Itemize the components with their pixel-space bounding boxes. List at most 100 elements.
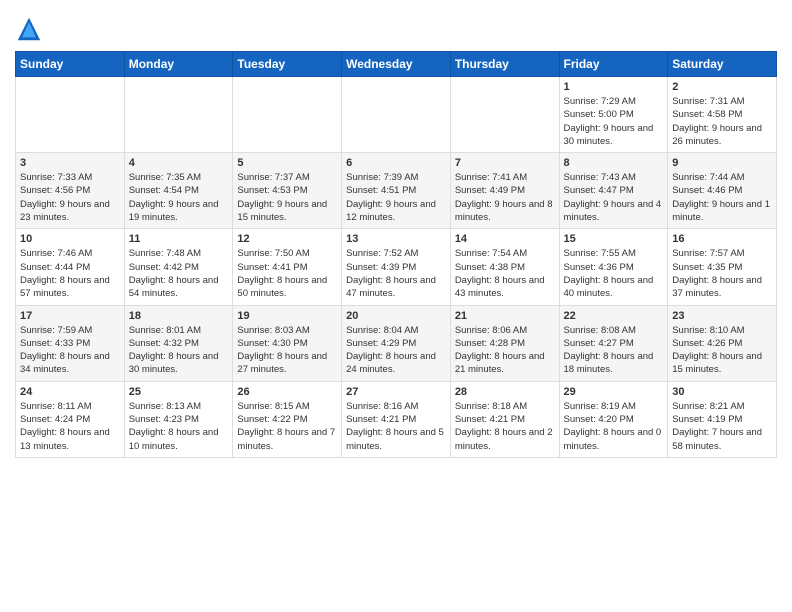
day-header-sunday: Sunday: [16, 52, 125, 77]
day-header-tuesday: Tuesday: [233, 52, 342, 77]
day-info: Sunrise: 8:13 AMSunset: 4:23 PMDaylight:…: [129, 400, 229, 453]
day-number: 8: [564, 157, 664, 169]
day-number: 12: [237, 233, 337, 245]
day-info: Sunrise: 7:48 AMSunset: 4:42 PMDaylight:…: [129, 247, 229, 300]
day-info: Sunrise: 7:59 AMSunset: 4:33 PMDaylight:…: [20, 324, 120, 377]
calendar-cell: 15 Sunrise: 7:55 AMSunset: 4:36 PMDayligh…: [559, 229, 668, 305]
day-header-monday: Monday: [124, 52, 233, 77]
day-info: Sunrise: 7:41 AMSunset: 4:49 PMDaylight:…: [455, 171, 555, 224]
logo: [15, 15, 45, 43]
day-info: Sunrise: 8:15 AMSunset: 4:22 PMDaylight:…: [237, 400, 337, 453]
day-number: 2: [672, 81, 772, 93]
day-info: Sunrise: 8:10 AMSunset: 4:26 PMDaylight:…: [672, 324, 772, 377]
day-number: 4: [129, 157, 229, 169]
day-number: 5: [237, 157, 337, 169]
calendar-cell: 5Sunrise: 7:37 AMSunset: 4:53 PMDaylight…: [233, 153, 342, 229]
calendar-cell: 3 Sunrise: 7:33 AMSunset: 4:56 PMDaylight…: [16, 153, 125, 229]
day-info: Sunrise: 7:43 AMSunset: 4:47 PMDaylight:…: [564, 171, 664, 224]
day-info: Sunrise: 7:54 AMSunset: 4:38 PMDaylight:…: [455, 247, 555, 300]
day-number: 29: [564, 386, 664, 398]
logo-icon: [15, 15, 43, 43]
calendar-cell: 22 Sunrise: 8:08 AMSunset: 4:27 PMDayligh…: [559, 305, 668, 381]
calendar-cell: 10 Sunrise: 7:46 AMSunset: 4:44 PMDayligh…: [16, 229, 125, 305]
day-header-friday: Friday: [559, 52, 668, 77]
calendar: SundayMondayTuesdayWednesdayThursdayFrid…: [15, 51, 777, 458]
day-info: Sunrise: 8:06 AMSunset: 4:28 PMDaylight:…: [455, 324, 555, 377]
day-header-thursday: Thursday: [450, 52, 559, 77]
day-number: 13: [346, 233, 446, 245]
day-info: Sunrise: 7:29 AMSunset: 5:00 PMDaylight:…: [564, 95, 664, 148]
calendar-cell: 28Sunrise: 8:18 AMSunset: 4:21 PMDayligh…: [450, 381, 559, 457]
day-info: Sunrise: 7:46 AMSunset: 4:44 PMDaylight:…: [20, 247, 120, 300]
day-info: Sunrise: 8:16 AMSunset: 4:21 PMDaylight:…: [346, 400, 446, 453]
calendar-cell: 1 Sunrise: 7:29 AMSunset: 5:00 PMDaylight…: [559, 77, 668, 153]
day-info: Sunrise: 7:44 AMSunset: 4:46 PMDaylight:…: [672, 171, 772, 224]
calendar-cell: 12 Sunrise: 7:50 AMSunset: 4:41 PMDayligh…: [233, 229, 342, 305]
day-info: Sunrise: 8:01 AMSunset: 4:32 PMDaylight:…: [129, 324, 229, 377]
calendar-cell: [450, 77, 559, 153]
calendar-cell: 24 Sunrise: 8:11 AMSunset: 4:24 PMDayligh…: [16, 381, 125, 457]
day-info: Sunrise: 7:35 AMSunset: 4:54 PMDaylight:…: [129, 171, 229, 224]
day-info: Sunrise: 7:50 AMSunset: 4:41 PMDaylight:…: [237, 247, 337, 300]
day-number: 18: [129, 310, 229, 322]
day-header-saturday: Saturday: [668, 52, 777, 77]
calendar-cell: 11 Sunrise: 7:48 AMSunset: 4:42 PMDayligh…: [124, 229, 233, 305]
calendar-cell: 9 Sunrise: 7:44 AMSunset: 4:46 PMDaylight…: [668, 153, 777, 229]
day-info: Sunrise: 8:11 AMSunset: 4:24 PMDaylight:…: [20, 400, 120, 453]
day-number: 16: [672, 233, 772, 245]
day-number: 25: [129, 386, 229, 398]
day-info: Sunrise: 7:55 AMSunset: 4:36 PMDaylight:…: [564, 247, 664, 300]
calendar-cell: 21Sunrise: 8:06 AMSunset: 4:28 PMDayligh…: [450, 305, 559, 381]
day-info: Sunrise: 7:31 AMSunset: 4:58 PMDaylight:…: [672, 95, 772, 148]
day-number: 9: [672, 157, 772, 169]
day-number: 1: [564, 81, 664, 93]
calendar-cell: 19 Sunrise: 8:03 AMSunset: 4:30 PMDayligh…: [233, 305, 342, 381]
day-info: Sunrise: 8:19 AMSunset: 4:20 PMDaylight:…: [564, 400, 664, 453]
day-number: 28: [455, 386, 555, 398]
calendar-cell: [342, 77, 451, 153]
calendar-cell: 23Sunrise: 8:10 AMSunset: 4:26 PMDayligh…: [668, 305, 777, 381]
day-info: Sunrise: 7:39 AMSunset: 4:51 PMDaylight:…: [346, 171, 446, 224]
week-row-4: 17 Sunrise: 7:59 AMSunset: 4:33 PMDayligh…: [16, 305, 777, 381]
day-info: Sunrise: 8:21 AMSunset: 4:19 PMDaylight:…: [672, 400, 772, 453]
header: [15, 10, 777, 43]
day-number: 24: [20, 386, 120, 398]
calendar-cell: 17 Sunrise: 7:59 AMSunset: 4:33 PMDayligh…: [16, 305, 125, 381]
day-number: 15: [564, 233, 664, 245]
calendar-cell: 27 Sunrise: 8:16 AMSunset: 4:21 PMDayligh…: [342, 381, 451, 457]
day-header-wednesday: Wednesday: [342, 52, 451, 77]
day-info: Sunrise: 7:33 AMSunset: 4:56 PMDaylight:…: [20, 171, 120, 224]
day-number: 19: [237, 310, 337, 322]
calendar-cell: 20 Sunrise: 8:04 AMSunset: 4:29 PMDayligh…: [342, 305, 451, 381]
calendar-header-row: SundayMondayTuesdayWednesdayThursdayFrid…: [16, 52, 777, 77]
week-row-2: 3 Sunrise: 7:33 AMSunset: 4:56 PMDaylight…: [16, 153, 777, 229]
calendar-cell: 4 Sunrise: 7:35 AMSunset: 4:54 PMDaylight…: [124, 153, 233, 229]
day-number: 27: [346, 386, 446, 398]
day-number: 7: [455, 157, 555, 169]
calendar-cell: 6Sunrise: 7:39 AMSunset: 4:51 PMDaylight…: [342, 153, 451, 229]
day-info: Sunrise: 8:04 AMSunset: 4:29 PMDaylight:…: [346, 324, 446, 377]
day-number: 22: [564, 310, 664, 322]
calendar-cell: 30Sunrise: 8:21 AMSunset: 4:19 PMDayligh…: [668, 381, 777, 457]
day-info: Sunrise: 8:03 AMSunset: 4:30 PMDaylight:…: [237, 324, 337, 377]
calendar-cell: 7 Sunrise: 7:41 AMSunset: 4:49 PMDaylight…: [450, 153, 559, 229]
calendar-cell: 18 Sunrise: 8:01 AMSunset: 4:32 PMDayligh…: [124, 305, 233, 381]
calendar-cell: 13 Sunrise: 7:52 AMSunset: 4:39 PMDayligh…: [342, 229, 451, 305]
day-number: 10: [20, 233, 120, 245]
day-number: 20: [346, 310, 446, 322]
day-number: 11: [129, 233, 229, 245]
day-number: 17: [20, 310, 120, 322]
day-info: Sunrise: 8:08 AMSunset: 4:27 PMDaylight:…: [564, 324, 664, 377]
calendar-cell: 2 Sunrise: 7:31 AMSunset: 4:58 PMDaylight…: [668, 77, 777, 153]
day-number: 26: [237, 386, 337, 398]
calendar-cell: [124, 77, 233, 153]
calendar-cell: [16, 77, 125, 153]
calendar-cell: 14 Sunrise: 7:54 AMSunset: 4:38 PMDayligh…: [450, 229, 559, 305]
day-number: 3: [20, 157, 120, 169]
day-info: Sunrise: 7:52 AMSunset: 4:39 PMDaylight:…: [346, 247, 446, 300]
day-number: 14: [455, 233, 555, 245]
week-row-5: 24 Sunrise: 8:11 AMSunset: 4:24 PMDayligh…: [16, 381, 777, 457]
calendar-cell: 26 Sunrise: 8:15 AMSunset: 4:22 PMDayligh…: [233, 381, 342, 457]
calendar-cell: 16Sunrise: 7:57 AMSunset: 4:35 PMDayligh…: [668, 229, 777, 305]
week-row-1: 1 Sunrise: 7:29 AMSunset: 5:00 PMDaylight…: [16, 77, 777, 153]
